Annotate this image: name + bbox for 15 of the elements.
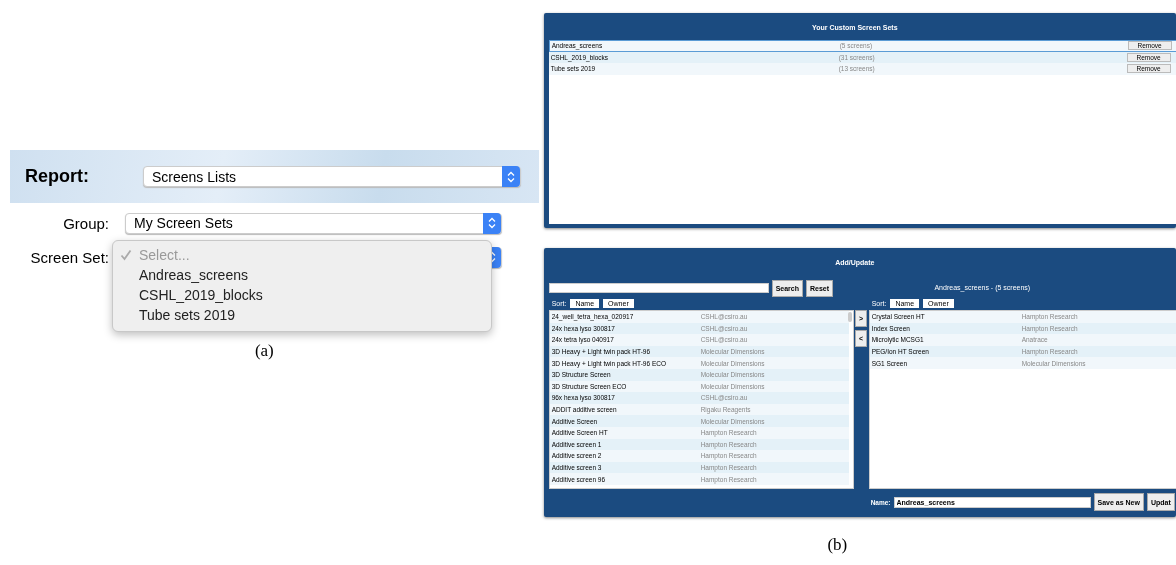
report-label: Report:	[24, 166, 90, 187]
group-select[interactable]: My Screen Sets	[125, 212, 502, 234]
report-select[interactable]: Screens Lists	[143, 166, 521, 187]
search-field[interactable]	[548, 283, 769, 293]
menu-item[interactable]: Andreas_screens	[113, 265, 491, 285]
caption: (a)	[253, 341, 275, 361]
scrollbar-thumb[interactable]	[847, 312, 852, 322]
checkmark-icon	[120, 249, 132, 261]
screen-set-label: Screen Set:	[29, 248, 110, 266]
caption: (b)	[826, 535, 849, 555]
menu-item[interactable]: CSHL_2019_blocks	[113, 285, 491, 305]
menu-item[interactable]: Tube sets 2019	[113, 305, 491, 325]
stepper-icon	[502, 166, 520, 187]
group-label: Group:	[62, 214, 110, 232]
stepper-icon	[483, 212, 501, 234]
